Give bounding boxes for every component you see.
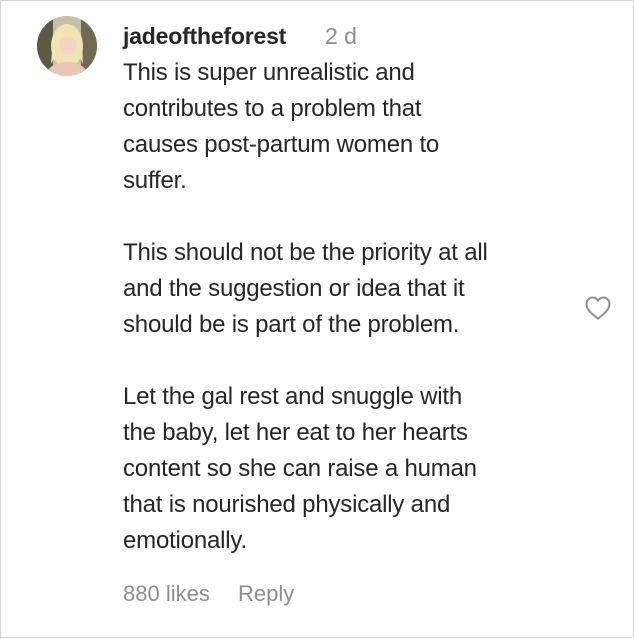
comment-meta: 880 likes Reply: [123, 578, 294, 610]
comment-line: suffer.: [123, 167, 187, 194]
comment-line: Let the gal rest and snuggle with: [123, 383, 462, 410]
heart-outline-icon[interactable]: [583, 293, 613, 323]
comment-text: This is super unrealistic and contribute…: [123, 55, 573, 559]
comment-paragraph: Let the gal rest and snuggle with the ba…: [123, 379, 573, 559]
comment-line: causes post-partum women to: [123, 131, 440, 158]
profile-photo: [37, 16, 97, 76]
avatar[interactable]: [37, 16, 97, 76]
comment-line: the baby, let her eat to her hearts: [123, 419, 468, 446]
comment-line: and the suggestion or idea that it: [123, 275, 465, 302]
comment-paragraph: This is super unrealistic and contribute…: [123, 55, 573, 199]
comment-line: This is super unrealistic and: [123, 59, 415, 86]
comment-card: jadeoftheforest 2 d This is super unreal…: [0, 0, 634, 638]
comment-line: should be is part of the problem.: [123, 311, 460, 338]
comment-username[interactable]: jadeoftheforest: [123, 20, 286, 52]
comment-line: content so she can raise a human: [123, 455, 477, 482]
comment-paragraph: This should not be the priority at all a…: [123, 235, 573, 343]
reply-button[interactable]: Reply: [238, 581, 294, 606]
comment-timestamp[interactable]: 2 d: [325, 20, 357, 52]
comment-line: that is nourished physically and: [123, 491, 451, 518]
comment-line: contributes to a problem that: [123, 95, 422, 122]
likes-count[interactable]: 880 likes: [123, 581, 210, 606]
comment-line: emotionally.: [123, 527, 247, 554]
comment-line: This should not be the priority at all: [123, 239, 488, 266]
